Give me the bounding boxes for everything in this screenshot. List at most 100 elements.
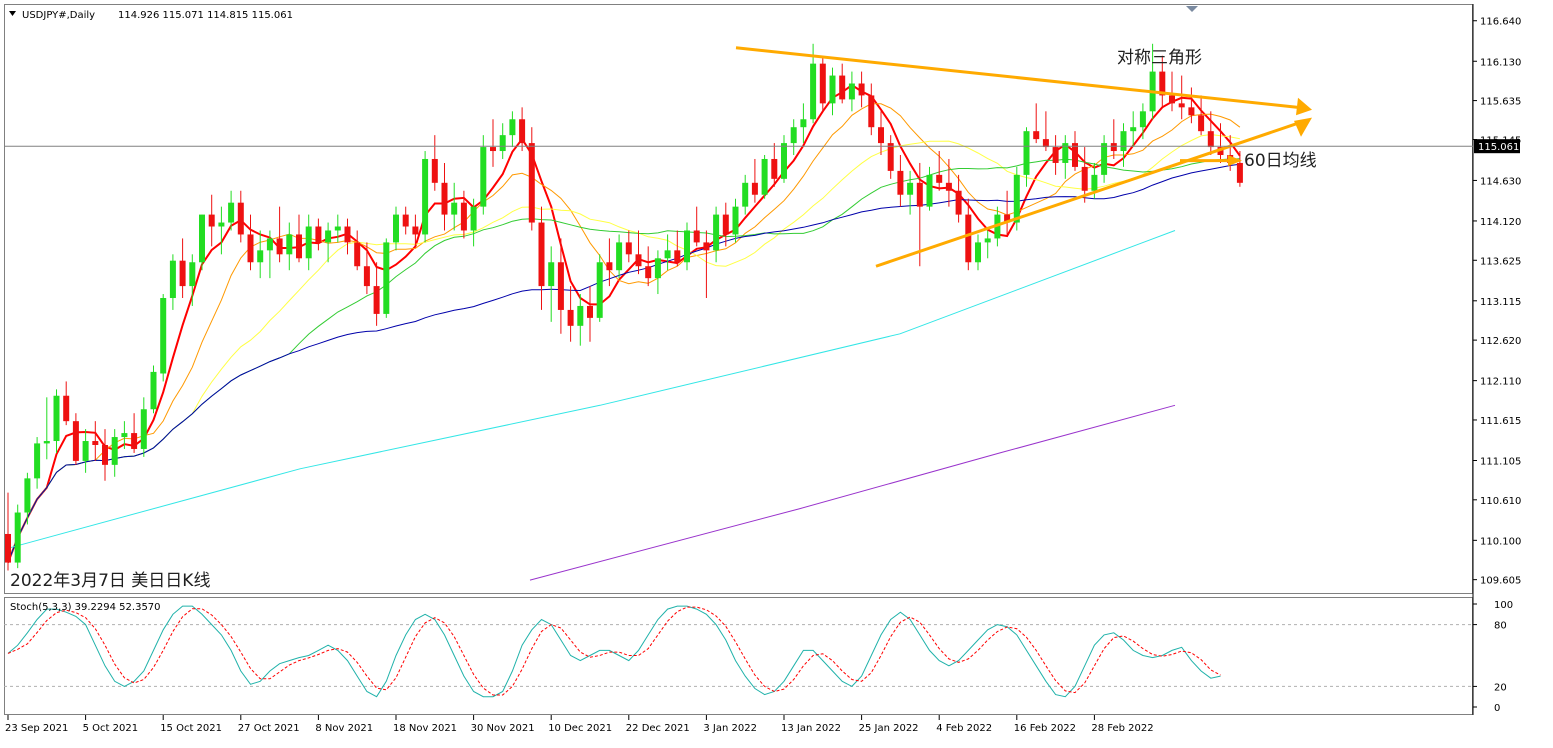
time-tick-label: 28 Feb 2022 [1091, 723, 1153, 734]
candle-body [1052, 147, 1059, 163]
candle-body [1169, 95, 1175, 104]
candle-body [868, 95, 875, 128]
candle-body [121, 433, 128, 438]
time-tick-label: 18 Nov 2021 [393, 723, 457, 734]
candle-body [150, 371, 157, 410]
chart-root: 116.640116.130115.635115.145115.061114.6… [0, 0, 1553, 744]
candle-body [1033, 131, 1040, 140]
candle-body [1101, 143, 1108, 175]
price-tick-label: 116.640 [1480, 17, 1521, 28]
time-tick-label: 3 Jan 2022 [703, 723, 757, 734]
candle-body [102, 444, 108, 465]
candle-body [402, 214, 409, 227]
candle-body [131, 433, 138, 449]
candle-body [5, 533, 11, 563]
ma60-annotation: 60日均线 [1244, 151, 1317, 171]
candle-body [654, 258, 661, 279]
candle-body [693, 230, 700, 243]
candle-body [548, 262, 555, 287]
candle-body [228, 202, 235, 223]
candle-body [635, 254, 642, 267]
shift-marker-icon[interactable] [1186, 6, 1198, 12]
candle-body [645, 266, 652, 279]
candle-body [247, 234, 254, 263]
price-tick-label: 114.630 [1480, 176, 1521, 187]
candle-body [1013, 174, 1020, 223]
candle-body [587, 305, 593, 318]
candle-body [781, 143, 787, 179]
date-annotation: 2022年3月7日 美日日K线 [10, 571, 210, 591]
candle-body [858, 83, 865, 96]
candle-body [703, 242, 710, 251]
candle-body [916, 182, 923, 207]
ma-line [7, 158, 1240, 563]
stoch-tick-label: 80 [1494, 621, 1507, 632]
candle-body [945, 182, 952, 191]
candle-body [499, 135, 506, 152]
candle-body [509, 119, 516, 136]
candle-body [664, 250, 671, 259]
candle-body [179, 260, 186, 287]
candle-body [955, 190, 962, 215]
ma-line [7, 163, 1240, 563]
stoch-k-line [7, 605, 1221, 698]
candle-body [296, 234, 302, 259]
candle-body [839, 75, 846, 100]
price-tick-label: 111.105 [1480, 456, 1521, 467]
time-tick-label: 10 Dec 2021 [548, 723, 612, 734]
candle-body [761, 158, 768, 195]
candle-body [169, 260, 176, 299]
candle-body [344, 226, 351, 243]
candle-body [480, 147, 487, 207]
candle-body [926, 174, 933, 207]
candle-body [218, 222, 225, 227]
candle-body [1091, 174, 1098, 191]
price-tick-label: 111.615 [1480, 416, 1521, 427]
candle-body [984, 238, 991, 243]
candlestick-chart[interactable]: 116.640116.130115.635115.145115.061114.6… [0, 0, 1553, 744]
candle-body [606, 262, 613, 271]
candle-body [140, 409, 147, 449]
stoch-tick-label: 0 [1494, 703, 1500, 714]
candle-body [470, 206, 477, 231]
candle-body [1139, 111, 1146, 128]
price-tick-label: 116.130 [1480, 57, 1521, 68]
price-tick-label: 110.100 [1480, 536, 1521, 547]
candle-body [363, 266, 370, 287]
stochastic-oscillator: 100 80 20 0 [4, 600, 1513, 714]
time-tick-label: 13 Jan 2022 [781, 723, 841, 734]
candle-body [936, 174, 943, 183]
candle-body [92, 441, 99, 445]
candle-body [199, 214, 205, 263]
candle-body [625, 242, 632, 255]
triangle-annotation: 对称三角形 [1117, 48, 1202, 68]
candles [5, 43, 1243, 571]
candle-body [286, 234, 293, 255]
candle-body [674, 250, 681, 263]
time-tick-label: 5 Oct 2021 [83, 723, 138, 734]
candle-body [441, 182, 448, 215]
candle-body [422, 158, 429, 235]
candle-body [373, 286, 380, 314]
candle-body [722, 214, 729, 235]
candle-body [538, 222, 545, 287]
stoch-d-line [7, 606, 1221, 696]
candle-body [412, 226, 419, 235]
price-tick-label: 112.620 [1480, 336, 1521, 347]
candle-body [848, 83, 855, 100]
candle-body [1130, 127, 1137, 132]
candle-body [742, 182, 749, 207]
time-tick-label: 8 Nov 2021 [315, 723, 373, 734]
candle-body [713, 214, 720, 251]
time-tick-label: 27 Oct 2021 [238, 723, 300, 734]
price-tick-label: 109.605 [1480, 576, 1521, 587]
candle-body [354, 242, 361, 267]
candle-body [1188, 107, 1195, 116]
candle-body [24, 478, 31, 513]
candle-body [887, 143, 894, 171]
symbol-dropdown-icon[interactable] [9, 11, 16, 16]
candle-body [1236, 162, 1243, 183]
candle-body [431, 158, 438, 183]
time-tick-label: 23 Sep 2021 [5, 723, 68, 734]
price-tick-label: 113.115 [1480, 297, 1521, 308]
